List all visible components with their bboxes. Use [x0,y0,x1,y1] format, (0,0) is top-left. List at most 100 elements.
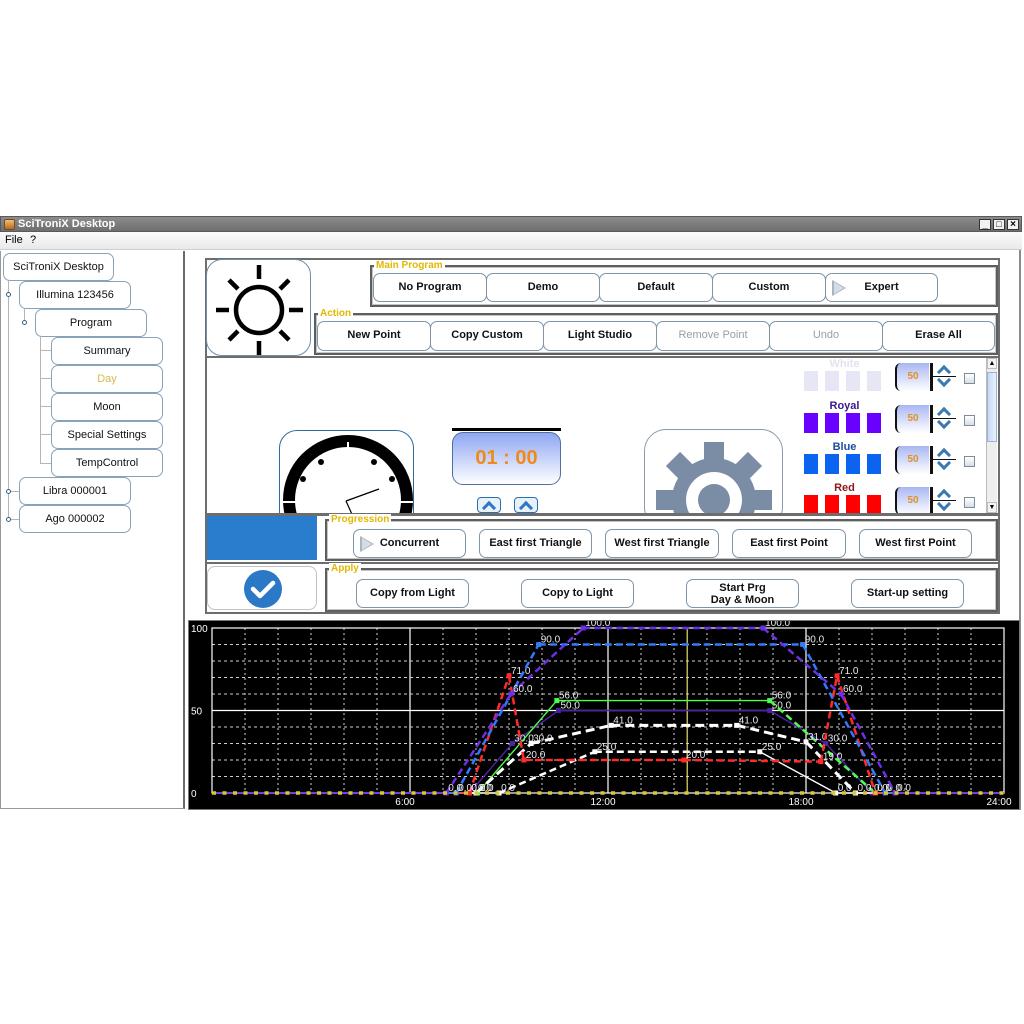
channel-spinner[interactable] [930,363,956,391]
play-triangle-icon [832,280,846,296]
channel-intensity-field[interactable]: 50 [895,487,929,513]
tree-node-moon[interactable]: Moon [51,393,163,421]
series-red-value-label: 0.0 [471,783,485,794]
expert-button-label: Expert [864,281,899,293]
channel-swatch [804,454,818,474]
series-blue-value-label: 90.0 [541,635,561,646]
tree-connector [40,337,41,464]
y-tick-label: 50 [191,707,203,718]
tree-connector [40,406,51,407]
menu-help[interactable]: ? [30,234,36,247]
maximize-button[interactable]: □ [993,219,1005,230]
channel-name: White [829,358,860,370]
east-first-point-button[interactable]: East first Point [732,529,846,558]
minimize-button[interactable]: _ [979,219,991,230]
divider [205,513,1000,516]
tree-node-device[interactable]: Ago 000002 [19,505,131,533]
start-program-day-moon-button[interactable]: Start Prg Day & Moon [686,579,799,608]
tree-connector [40,378,51,379]
y-tick-label: 0 [191,789,197,800]
remove-point-button[interactable]: Remove Point [656,321,770,351]
channel-checkbox[interactable] [964,456,975,467]
series-red-value-label: 71.0 [839,666,859,677]
series-white-value-label: 41.0 [613,715,633,726]
expand-handle-icon[interactable] [22,320,27,325]
tree-node-device[interactable]: Illumina 123456 [19,281,131,309]
light-program-chart[interactable]: 0 50 100 6:00 12:00 18:00 24:00 0.0 25.0 25.0 0.0 0… [188,620,1020,810]
series-white-value-label: 30.0 [533,734,553,745]
channel-row-red: Red 50 [207,482,982,513]
no-program-button[interactable]: No Program [373,273,487,302]
scroll-down-arrow-icon[interactable]: ▼ [987,502,997,513]
light-studio-button[interactable]: Light Studio [543,321,657,351]
tree-node-special-settings[interactable]: Special Settings [51,421,163,449]
series-indigo-value-label: 30.0 [828,734,848,745]
channel-spinner[interactable] [930,405,956,433]
close-button[interactable]: × [1007,219,1019,230]
copy-custom-button[interactable]: Copy Custom [430,321,544,351]
custom-button[interactable]: Custom [712,273,826,302]
channel-intensity-field[interactable]: 50 [895,405,929,433]
channel-spinner[interactable] [930,487,956,513]
tree-connector [40,434,51,435]
tree-node-temp-control[interactable]: TempControl [51,449,163,477]
channel-checkbox[interactable] [964,373,975,384]
expert-button[interactable]: Expert [825,273,938,302]
channel-swatch [846,495,860,513]
channel-checkbox[interactable] [964,415,975,426]
channel-swatch [867,495,881,513]
default-button[interactable]: Default [599,273,713,302]
channel-swatch [804,371,818,391]
channel-intensity-field[interactable]: 50 [895,363,929,391]
scroll-up-arrow-icon[interactable]: ▲ [987,358,997,369]
series-royal-value-label: 60.0 [513,684,533,695]
tree-node-device[interactable]: Libra 000001 [19,477,131,505]
tree-node-program[interactable]: Program [35,309,147,337]
series-red-value-label: 20.0 [686,750,706,761]
channel-spinner[interactable] [930,446,956,474]
channel-swatch [867,413,881,433]
copy-from-light-button[interactable]: Copy from Light [356,579,469,608]
expand-handle-icon[interactable] [6,292,11,297]
new-point-button[interactable]: New Point [317,321,431,351]
channel-row-white: White 50 [207,358,982,399]
channel-row-royal: Royal 50 [207,400,982,441]
erase-all-button[interactable]: Erase All [882,321,995,351]
menu-file[interactable]: File [5,234,23,247]
series-white-value-label: 41.0 [739,715,759,726]
concurrent-button-label: Concurrent [379,537,440,549]
channel-intensity-field[interactable]: 50 [895,446,929,474]
settings-scroll-area: 01 : 00 White 50 Royal 50 Blue 50 Red 50… [207,358,997,513]
west-first-triangle-button[interactable]: West first Triangle [605,529,719,558]
scrollbar-thumb[interactable] [987,372,997,442]
action-title: Action [318,308,354,319]
menu-bar: File ? [0,232,1022,250]
chart-canvas[interactable]: 0501006:00 12:00 18:00 24:000.025.0 25.00.00… [189,621,1021,811]
tree-node-summary[interactable]: Summary [51,337,163,365]
demo-button[interactable]: Demo [486,273,600,302]
apply-check-box[interactable] [207,566,317,610]
y-tick-label: 100 [191,624,208,635]
apply-title: Apply [329,563,361,574]
divider [205,562,1000,564]
collapse-handle-icon[interactable] [6,517,11,522]
undo-button[interactable]: Undo [769,321,883,351]
channel-swatch [804,413,818,433]
west-first-point-button[interactable]: West first Point [859,529,972,558]
title-bar[interactable]: SciTroniX Desktop _ □ × [0,216,1022,232]
tree-node-day[interactable]: Day [51,365,163,393]
east-first-triangle-button[interactable]: East first Triangle [479,529,592,558]
channel-swatch [825,413,839,433]
channel-swatch [867,371,881,391]
day-mode-icon-box[interactable] [206,259,311,356]
vertical-scrollbar[interactable]: ▲ ▼ [986,358,997,513]
concurrent-button[interactable]: Concurrent [353,529,466,558]
collapse-handle-icon[interactable] [6,489,11,494]
copy-to-light-button[interactable]: Copy to Light [521,579,634,608]
series-royal-value-label: 60.0 [843,684,863,695]
channel-checkbox[interactable] [964,497,975,508]
series-royal-value-label: 0.0 [897,783,911,794]
startup-setting-button[interactable]: Start-up setting [851,579,964,608]
tree-node-root[interactable]: SciTroniX Desktop [3,253,114,281]
progression-title: Progression [329,514,392,525]
